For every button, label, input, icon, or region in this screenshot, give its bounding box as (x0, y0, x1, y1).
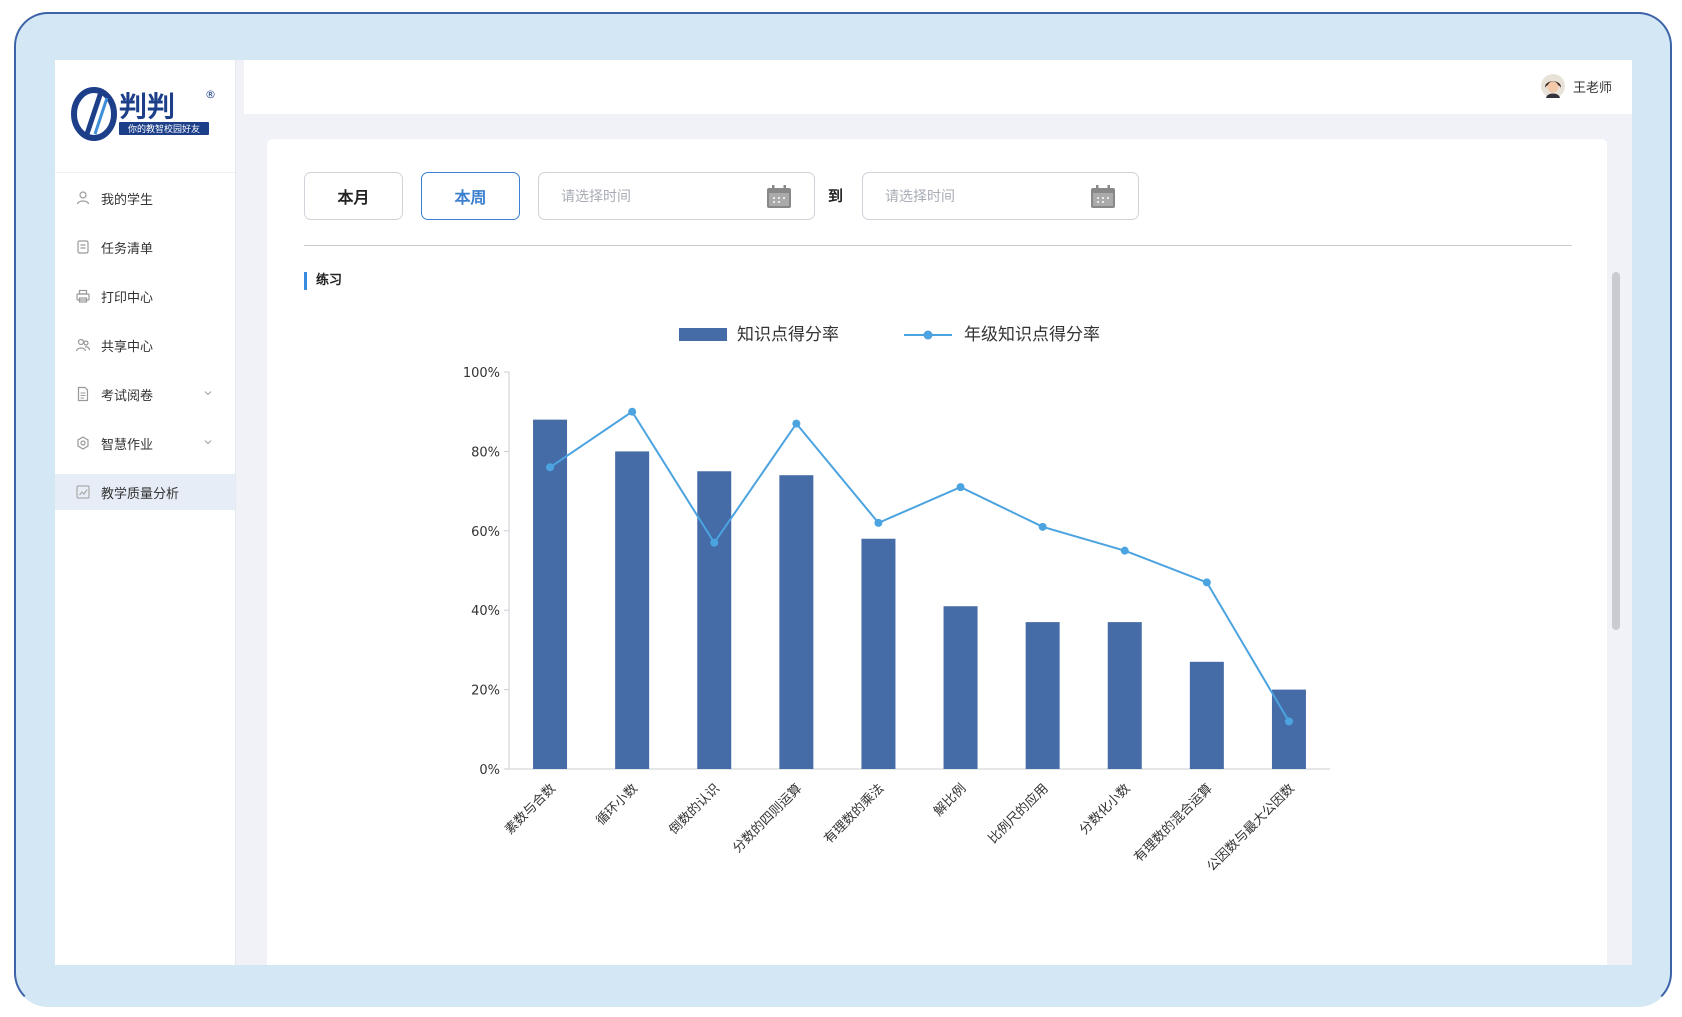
legend-label: 年级知识点得分率 (964, 325, 1100, 345)
user-icon (75, 190, 91, 206)
content-card: 本月 本周 请选择时间 到 请选择时间 练习 0% 20% 40% 60% 80% 100… (267, 139, 1607, 965)
x-tick-label: 比例尺的应用 (985, 781, 1051, 847)
lightbulb-icon (75, 435, 91, 451)
sidebar-item-teaching-quality-analysis[interactable]: 教学质量分析 (55, 474, 235, 510)
x-tick-label: 循环小数 (594, 781, 641, 828)
chart-icon (75, 484, 91, 500)
x-tick-label: 有理数的乘法 (821, 781, 887, 847)
user-name: 王老师 (1572, 80, 1612, 96)
y-tick-label: 80% (471, 445, 500, 460)
sidebar-item-label: 考试阅卷 (101, 388, 154, 404)
line-point (1284, 717, 1293, 726)
line-point (1202, 578, 1211, 587)
sidebar-item-label: 共享中心 (101, 339, 154, 355)
line-point (1038, 522, 1047, 531)
y-tick-label: 100% (463, 366, 500, 381)
line-point (956, 483, 965, 492)
svg-text:®: ® (205, 88, 216, 101)
sidebar-item-share-center[interactable]: 共享中心 (55, 327, 235, 363)
chevron-down-icon[interactable] (203, 436, 213, 446)
top-header: 王老师 (244, 60, 1632, 114)
document-icon (75, 386, 91, 402)
bar (1025, 622, 1060, 769)
line-point (874, 518, 883, 527)
bar (779, 475, 814, 769)
brand-logo[interactable]: 判判 ® 你的教智校园好友 (67, 84, 223, 142)
y-tick-label: 40% (471, 604, 500, 619)
sidebar-item-smart-homework[interactable]: 智慧作业 (55, 425, 235, 461)
bar (533, 419, 568, 769)
series-line (549, 410, 1290, 722)
sidebar-item-label: 智慧作业 (101, 437, 154, 453)
sidebar: 判判 ® 你的教智校园好友 我的学生 任务清单 打印中心 共享中心 考试阅卷 智… (55, 60, 236, 965)
sidebar-item-label: 打印中心 (101, 290, 154, 306)
x-tick-label: 素数与合数 (502, 781, 559, 838)
sidebar-item-task-list[interactable]: 任务清单 (55, 229, 235, 265)
sidebar-menu: 我的学生 任务清单 打印中心 共享中心 考试阅卷 智慧作业 教学质量分析 (55, 180, 235, 523)
bar (943, 606, 978, 769)
sidebar-item-label: 任务清单 (101, 241, 154, 257)
x-tick-label: 有理数的混合运算 (1131, 781, 1216, 866)
x-tick-label: 公因数与最大公因数 (1204, 781, 1297, 874)
bar (697, 471, 732, 769)
line-point (792, 419, 801, 428)
sidebar-divider (55, 172, 235, 173)
sidebar-item-label: 我的学生 (101, 192, 154, 208)
bar (861, 538, 896, 769)
y-tick-label: 0% (479, 763, 500, 778)
share-users-icon (75, 337, 91, 353)
line-point (546, 463, 555, 472)
y-tick-label: 60% (471, 525, 500, 540)
sidebar-item-my-students[interactable]: 我的学生 (55, 180, 235, 216)
x-tick-label: 倒数的认识 (666, 781, 723, 838)
x-tick-label: 分数化小数 (1077, 781, 1134, 838)
sidebar-item-label: 教学质量分析 (101, 486, 180, 502)
legend-swatch-bar (679, 328, 727, 341)
line-point (628, 407, 637, 416)
legend-label: 知识点得分率 (737, 325, 839, 345)
x-tick-label: 解比例 (931, 781, 969, 819)
y-tick-label: 20% (471, 684, 500, 699)
bar (615, 451, 650, 769)
svg-text:你的教智校园好友: 你的教智校园好友 (128, 123, 200, 135)
bar (1107, 622, 1142, 769)
printer-icon (75, 288, 91, 304)
vertical-scrollbar[interactable] (1612, 272, 1620, 630)
knowledge-score-chart: 0%20%40%60%80%100%素数与合数 循环小数 倒数的认识 分数的四则运算有… (463, 325, 1330, 875)
bar (1189, 661, 1224, 769)
avatar (1540, 74, 1565, 98)
user-menu[interactable]: 王老师 (1540, 74, 1612, 98)
sidebar-item-print-center[interactable]: 打印中心 (55, 278, 235, 314)
line-point (1120, 546, 1129, 555)
x-tick-label: 分数的四则运算 (730, 781, 806, 857)
line-point (710, 538, 719, 547)
svg-text:判判: 判判 (119, 90, 175, 123)
sidebar-item-exam-grading[interactable]: 考试阅卷 (55, 376, 235, 412)
chevron-down-icon[interactable] (203, 387, 213, 397)
app-window: 判判 ® 你的教智校园好友 我的学生 任务清单 打印中心 共享中心 考试阅卷 智… (55, 60, 1632, 965)
legend-swatch-point (923, 330, 933, 340)
clipboard-icon (75, 239, 91, 255)
